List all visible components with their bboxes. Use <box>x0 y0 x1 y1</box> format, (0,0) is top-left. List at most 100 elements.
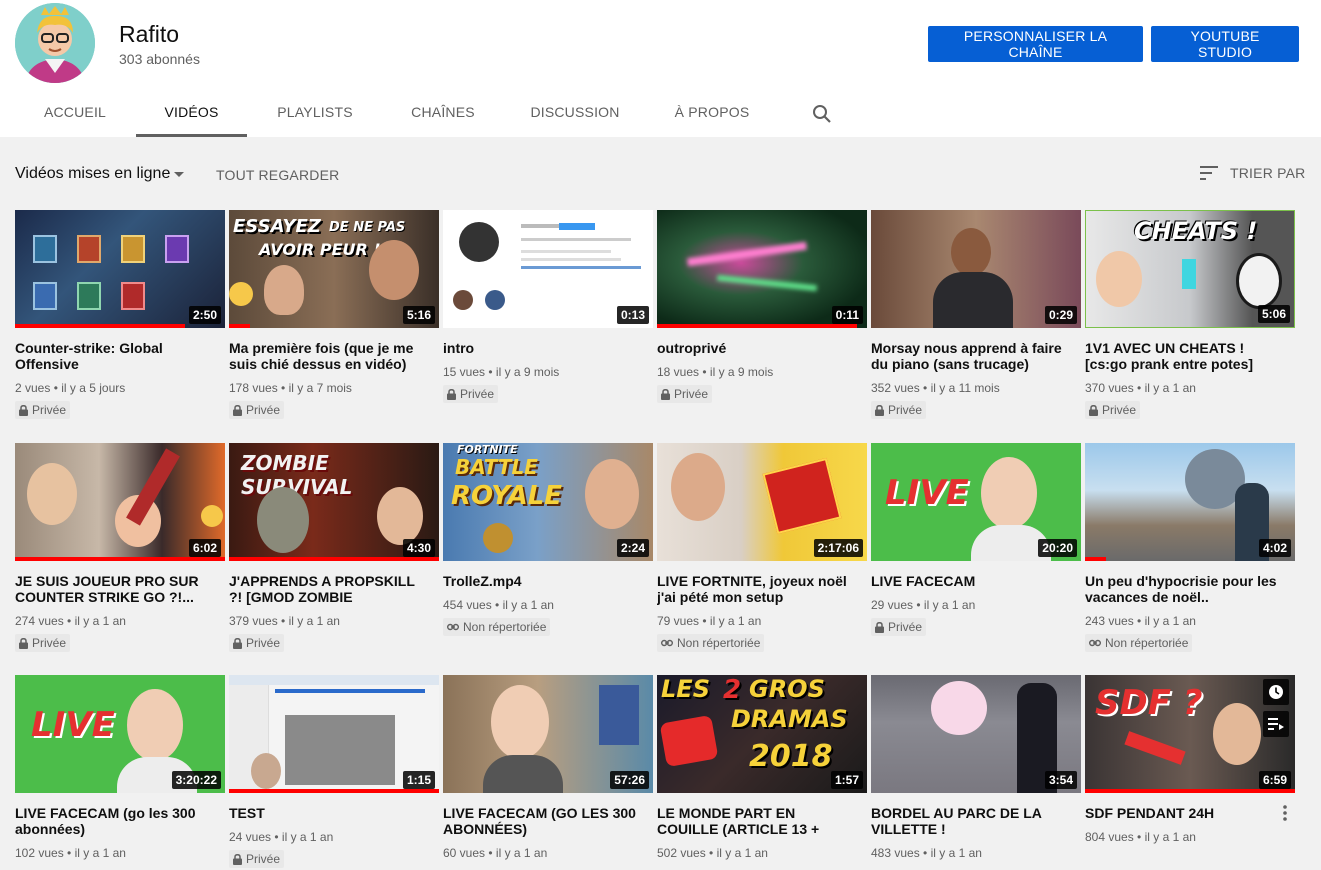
video-thumbnail[interactable]: LIVE 20:20 <box>871 443 1081 561</box>
profile-picture <box>459 222 499 262</box>
video-meta: 2 vues • il y a 5 jours <box>15 381 126 395</box>
tab-channels[interactable]: CHAÎNES <box>398 88 488 137</box>
video-card[interactable]: ZOMBIE SURVIVAL 4:30 J'APPRENDS A PROPSK… <box>229 443 439 654</box>
video-title[interactable]: intro <box>443 340 653 356</box>
video-card[interactable]: 4:02 Un peu d'hypocrisie pour les vacanc… <box>1085 443 1295 652</box>
video-card[interactable]: 2:17:06 LIVE FORTNITE, joyeux noël j'ai … <box>657 443 867 652</box>
customize-channel-button[interactable]: PERSONNALISER LA CHAÎNE <box>928 26 1143 62</box>
video-title[interactable]: LIVE FORTNITE, joyeux noël j'ai pété mon… <box>657 573 867 605</box>
thumbnail-face <box>27 463 77 525</box>
video-thumbnail[interactable]: 6:02 <box>15 443 225 561</box>
uploads-dropdown[interactable]: Vidéos mises en ligne <box>15 165 170 183</box>
youtube-studio-button[interactable]: YOUTUBE STUDIO <box>1151 26 1299 62</box>
video-thumbnail[interactable]: LES 2 GROS DRAMAS 2018 1:57 <box>657 675 867 793</box>
link-icon <box>661 639 673 647</box>
privacy-badge: Privée <box>1085 401 1141 419</box>
video-title[interactable]: BORDEL AU PARC DE LA VILLETTE ! <box>871 805 1081 837</box>
video-card[interactable]: 0:29 Morsay nous apprend à faire du pian… <box>871 210 1081 421</box>
video-thumbnail[interactable]: 0:29 <box>871 210 1081 328</box>
video-title[interactable]: LIVE FACECAM (GO LES 300 ABONNÉES) <box>443 805 653 837</box>
video-thumbnail[interactable]: 2:17:06 <box>657 443 867 561</box>
video-title[interactable]: LE MONDE PART EN COUILLE (ARTICLE 13 + G… <box>657 805 867 837</box>
video-card[interactable]: FORTNITE BATTLE ROYALE 2:24 TrolleZ.mp4 … <box>443 443 653 636</box>
video-card[interactable]: LIVE 20:20 LIVE FACECAM 29 vues • il y a… <box>871 443 1081 638</box>
watch-progress-bar <box>229 789 439 793</box>
video-title[interactable]: TEST <box>229 805 439 821</box>
video-thumbnail[interactable]: 0:11 <box>657 210 867 328</box>
sad-youtube-logo-icon <box>659 714 719 768</box>
video-card[interactable]: 2:50 Counter-strike: Global Offensive 2 … <box>15 210 225 421</box>
video-title[interactable]: JE SUIS JOUEUR PRO SUR COUNTER STRIKE GO… <box>15 573 225 605</box>
thumbnail-face <box>1213 703 1261 765</box>
video-thumbnail[interactable]: FORTNITE BATTLE ROYALE 2:24 <box>443 443 653 561</box>
video-card[interactable]: LIVE 3:20:22 LIVE FACECAM (go les 300 ab… <box>15 675 225 861</box>
video-duration: 5:06 <box>1257 305 1290 323</box>
view-count: 15 vues <box>443 365 486 379</box>
video-meta: 24 vues • il y a 1 an <box>229 830 334 844</box>
sort-icon[interactable] <box>1200 166 1220 180</box>
wall-poster <box>599 685 639 745</box>
video-card[interactable]: 57:26 LIVE FACECAM (GO LES 300 ABONNÉES)… <box>443 675 653 861</box>
privacy-badge: Privée <box>229 634 285 652</box>
video-card[interactable]: 1:15 TEST 24 vues • il y a 1 an Privée <box>229 675 439 870</box>
more-actions-icon[interactable] <box>1283 805 1287 821</box>
privacy-badge: Non répertoriée <box>443 618 551 636</box>
video-thumbnail[interactable]: 4:02 <box>1085 443 1295 561</box>
play-all-button[interactable]: TOUT REGARDER <box>216 167 339 183</box>
privacy-label: Privée <box>460 387 495 401</box>
video-thumbnail[interactable]: 1:15 <box>229 675 439 793</box>
video-thumbnail[interactable]: ZOMBIE SURVIVAL 4:30 <box>229 443 439 561</box>
video-meta: 502 vues • il y a 1 an <box>657 846 768 860</box>
tab-about[interactable]: À PROPOS <box>664 88 760 137</box>
upload-age: il y a 1 an <box>1144 830 1196 844</box>
video-title[interactable]: LIVE FACECAM (go les 300 abonnées) <box>15 805 225 837</box>
video-card[interactable]: 0:11 outroprivé 18 vues • il y a 9 mois … <box>657 210 867 405</box>
upload-age: il y a 1 an <box>74 614 126 628</box>
video-duration: 0:29 <box>1044 306 1077 324</box>
add-to-queue-icon[interactable] <box>1263 711 1289 737</box>
video-title[interactable]: SDF PENDANT 24H <box>1085 805 1295 821</box>
upload-age: il y a 1 an <box>1144 381 1196 395</box>
video-title[interactable]: Counter-strike: Global Offensive <box>15 340 225 372</box>
video-title[interactable]: outroprivé <box>657 340 867 356</box>
video-card[interactable]: 0:13 intro 15 vues • il y a 9 mois Privé… <box>443 210 653 405</box>
channel-avatar[interactable] <box>15 3 95 83</box>
search-icon[interactable] <box>812 104 832 124</box>
lock-icon <box>19 637 28 649</box>
view-count: 60 vues <box>443 846 486 860</box>
video-thumbnail[interactable]: 0:13 <box>443 210 653 328</box>
video-thumbnail[interactable]: 3:54 <box>871 675 1081 793</box>
tab-playlists[interactable]: PLAYLISTS <box>265 88 365 137</box>
video-card[interactable]: SDF ? 6:59 SDF PENDANT 24H 804 vues • il… <box>1085 675 1295 845</box>
lock-icon <box>233 853 242 865</box>
video-card[interactable]: CHEATS ! 5:06 1V1 AVEC UN CHEATS ! [cs:g… <box>1085 210 1295 421</box>
video-card[interactable]: LES 2 GROS DRAMAS 2018 1:57 LE MONDE PAR… <box>657 675 867 861</box>
video-card[interactable]: 6:02 JE SUIS JOUEUR PRO SUR COUNTER STRI… <box>15 443 225 654</box>
privacy-label: Privée <box>32 636 67 650</box>
sort-button[interactable]: TRIER PAR <box>1230 165 1305 181</box>
tab-home[interactable]: ACCUEIL <box>32 88 118 137</box>
thumbnail-caption: 2 <box>723 675 742 705</box>
video-title[interactable]: 1V1 AVEC UN CHEATS ! [cs:go prank entre … <box>1085 340 1295 372</box>
video-thumbnail[interactable]: 2:50 <box>15 210 225 328</box>
tab-videos[interactable]: VIDÉOS <box>136 88 247 137</box>
video-title[interactable]: Un peu d'hypocrisie pour les vacances de… <box>1085 573 1295 605</box>
video-card[interactable]: 3:54 BORDEL AU PARC DE LA VILLETTE ! 483… <box>871 675 1081 861</box>
tab-discussion[interactable]: DISCUSSION <box>522 88 628 137</box>
view-count: 18 vues <box>657 365 700 379</box>
dropdown-caret-icon[interactable] <box>174 172 184 177</box>
video-title[interactable]: Morsay nous apprend à faire du piano (sa… <box>871 340 1081 372</box>
video-title[interactable]: LIVE FACECAM <box>871 573 1081 589</box>
video-thumbnail[interactable]: CHEATS ! 5:06 <box>1085 210 1295 328</box>
video-title[interactable]: Ma première fois (que je me suis chié de… <box>229 340 439 372</box>
privacy-label: Non répertoriée <box>1105 636 1189 650</box>
video-thumbnail[interactable]: 57:26 <box>443 675 653 793</box>
video-thumbnail[interactable]: SDF ? 6:59 <box>1085 675 1295 793</box>
video-card[interactable]: ESSAYEZ DE NE PAS AVOIR PEUR ! 5:16 Ma p… <box>229 210 439 421</box>
watch-later-icon[interactable] <box>1263 679 1289 705</box>
video-thumbnail[interactable]: LIVE 3:20:22 <box>15 675 225 793</box>
video-title[interactable]: J'APPRENDS A PROPSKILL ?! [GMOD ZOMBIE S… <box>229 573 439 605</box>
video-thumbnail[interactable]: ESSAYEZ DE NE PAS AVOIR PEUR ! 5:16 <box>229 210 439 328</box>
video-meta: 79 vues • il y a 1 an <box>657 614 762 628</box>
video-title[interactable]: TrolleZ.mp4 <box>443 573 653 589</box>
